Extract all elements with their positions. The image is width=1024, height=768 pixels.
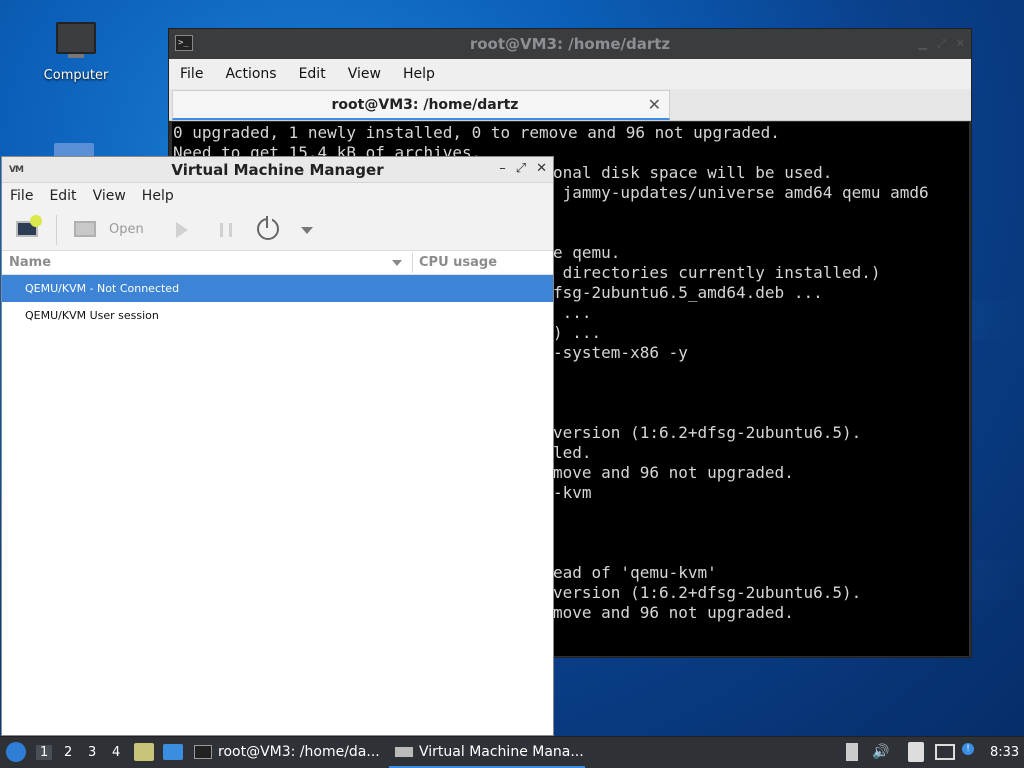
task-label: Virtual Machine Mana... xyxy=(419,744,584,760)
terminal-tab-label: root@VM3: /home/dartz xyxy=(331,97,519,113)
taskbar-task-terminal[interactable]: root@VM3: /home/da... xyxy=(194,737,380,768)
workspace-1[interactable]: 1 xyxy=(36,745,53,760)
shutdown-dropdown-icon[interactable] xyxy=(301,227,313,234)
menu-help[interactable]: Help xyxy=(142,188,174,204)
terminal-line: led. xyxy=(553,443,592,462)
menu-view[interactable]: View xyxy=(348,66,381,82)
open-button[interactable]: Open xyxy=(109,222,144,237)
start-menu-icon[interactable] xyxy=(6,742,26,762)
terminal-line: 0 upgraded, 1 newly installed, 0 to remo… xyxy=(173,123,780,142)
terminal-line: move and 96 not upgraded. xyxy=(553,463,794,482)
taskbar: 1 2 3 4 root@VM3: /home/da... Virtual Ma… xyxy=(0,736,1024,768)
show-desktop-icon[interactable] xyxy=(163,744,183,760)
close-icon[interactable]: ✕ xyxy=(956,37,965,51)
menu-actions[interactable]: Actions xyxy=(225,66,276,82)
power-icon[interactable] xyxy=(257,216,279,240)
open-vm-icon[interactable] xyxy=(74,221,96,237)
terminal-line: onal disk space will be used. xyxy=(553,163,833,182)
connection-label: QEMU/KVM - Not Connected xyxy=(25,282,180,295)
minimize-icon[interactable]: – xyxy=(499,161,506,176)
terminal-line: -system-x86 -y xyxy=(553,343,688,362)
network-icon[interactable] xyxy=(935,744,955,760)
terminal-icon xyxy=(194,745,212,759)
task-label: root@VM3: /home/da... xyxy=(218,744,380,760)
vmm-toolbar: Open xyxy=(2,209,553,251)
taskbar-task-vmm[interactable]: Virtual Machine Mana... xyxy=(389,737,585,768)
maximize-icon[interactable]: ⤢ xyxy=(516,161,526,176)
connection-label: QEMU/KVM User session xyxy=(25,309,159,322)
folder-icon[interactable] xyxy=(54,143,94,157)
workspace-2[interactable]: 2 xyxy=(64,745,72,760)
desktop-icon-label: Computer xyxy=(43,68,109,83)
terminal-line: -kvm xyxy=(553,483,592,502)
connection-row[interactable]: QEMU/KVM - Not Connected xyxy=(2,275,553,302)
column-header-name[interactable]: Name xyxy=(9,255,51,270)
workspace-4[interactable]: 4 xyxy=(112,745,120,760)
terminal-line: directories currently installed.) xyxy=(553,263,881,282)
vmm-window: VM Virtual Machine Manager – ⤢ ✕ File Ed… xyxy=(1,156,554,736)
volume-icon[interactable]: 🔊 xyxy=(872,744,889,760)
clock[interactable]: 8:33 xyxy=(990,745,1019,760)
menu-edit[interactable]: Edit xyxy=(49,188,76,204)
menu-file[interactable]: File xyxy=(10,188,33,204)
close-icon[interactable]: ✕ xyxy=(536,161,547,176)
toolbar-separator xyxy=(56,215,57,245)
tray-expand-icon[interactable] xyxy=(846,743,858,761)
vmm-title: Virtual Machine Manager xyxy=(171,161,384,179)
terminal-line: version (1:6.2+dfsg-2ubuntu6.5). xyxy=(553,583,862,602)
terminal-line: version (1:6.2+dfsg-2ubuntu6.5). xyxy=(553,423,862,442)
terminal-tab[interactable]: root@VM3: /home/dartz ✕ xyxy=(172,90,670,120)
terminal-line: ... xyxy=(553,303,592,322)
run-icon[interactable] xyxy=(176,222,188,238)
terminal-line: move and 96 not upgraded. xyxy=(553,603,794,622)
column-header-cpu-usage[interactable]: CPU usage xyxy=(419,255,497,270)
minimize-icon[interactable]: ▁ xyxy=(919,37,927,51)
vmm-app-icon xyxy=(395,747,413,757)
terminal-line: fsg-2ubuntu6.5_amd64.deb ... xyxy=(553,283,823,302)
terminal-tabbar: root@VM3: /home/dartz ✕ xyxy=(169,89,971,121)
vmm-titlebar[interactable]: VM Virtual Machine Manager – ⤢ ✕ xyxy=(2,157,553,183)
workspace-3[interactable]: 3 xyxy=(88,745,96,760)
maximize-icon[interactable]: ⤢ xyxy=(937,37,946,51)
menu-help[interactable]: Help xyxy=(403,66,435,82)
new-vm-button[interactable] xyxy=(14,215,42,243)
updates-icon[interactable]: ! xyxy=(962,743,974,755)
connection-row[interactable]: QEMU/KVM User session xyxy=(2,302,553,329)
tab-close-icon[interactable]: ✕ xyxy=(648,95,661,114)
pause-icon[interactable] xyxy=(220,223,232,237)
terminal-menubar: File Actions Edit View Help xyxy=(169,59,971,89)
vm-list-header: Name CPU usage xyxy=(2,251,553,275)
terminal-titlebar[interactable]: >_ root@VM3: /home/dartz ▁ ⤢ ✕ xyxy=(169,29,971,59)
clipboard-icon[interactable] xyxy=(908,742,924,762)
vmm-menubar: File Edit View Help xyxy=(2,183,553,209)
terminal-line: ead of 'qemu-kvm' xyxy=(553,563,717,582)
menu-view[interactable]: View xyxy=(93,188,126,204)
menu-file[interactable]: File xyxy=(180,66,203,82)
terminal-title: root@VM3: /home/dartz xyxy=(469,35,671,53)
desktop-computer-icon[interactable]: Computer xyxy=(36,22,116,83)
terminal-line: ) ... xyxy=(553,323,602,342)
computer-icon xyxy=(56,22,96,54)
menu-edit[interactable]: Edit xyxy=(299,66,326,82)
file-manager-icon[interactable] xyxy=(134,743,154,761)
terminal-line: e qemu. xyxy=(553,243,621,262)
sort-desc-icon[interactable] xyxy=(392,260,402,266)
terminal-line: jammy-updates/universe amd64 qemu amd6 xyxy=(553,183,929,202)
